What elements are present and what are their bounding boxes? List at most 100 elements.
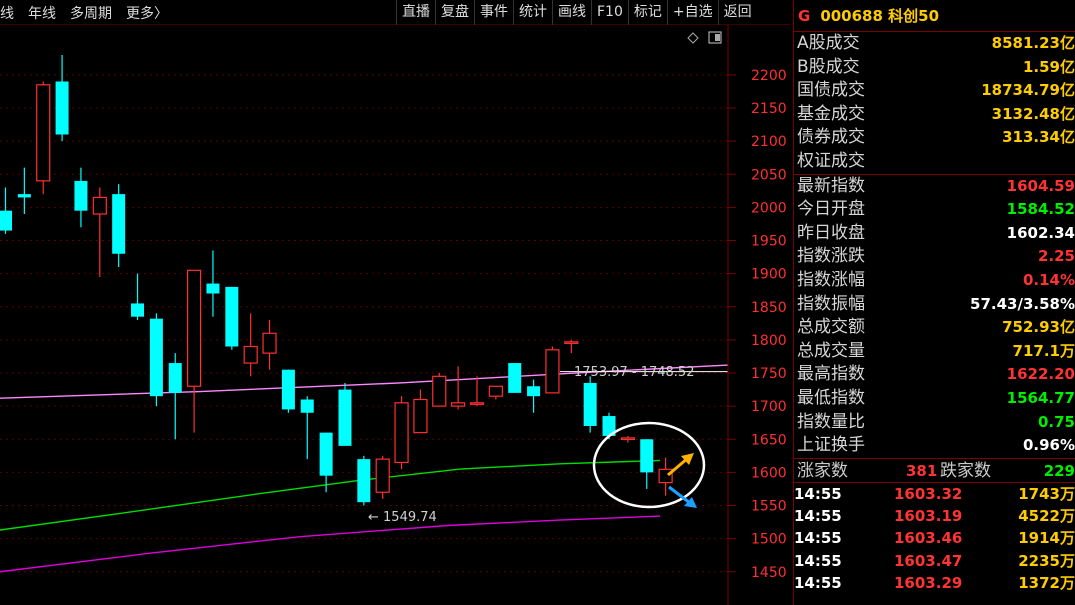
candle [319, 432, 333, 493]
candle [281, 369, 295, 413]
high-price-label: 1753.97 - 1748.52 [574, 365, 694, 380]
stat-row: B股成交 1.59亿 [794, 56, 1075, 80]
up-count-label: 涨家数 [797, 460, 848, 481]
down-count-label: 跌家数 [940, 460, 991, 481]
stat-row: 指数振幅 57.43/3.58% [794, 293, 1075, 317]
stat-label: 指数涨跌 [797, 246, 865, 267]
tab-more[interactable]: 更多〉 [126, 3, 168, 23]
tick-price: 1603.32 [894, 484, 963, 503]
back-button[interactable]: 返回 [717, 0, 757, 25]
y-tick-label: 1700 [751, 399, 787, 415]
market-marker: G [798, 6, 811, 25]
stat-row: 指数量比 0.75 [794, 411, 1075, 435]
stat-value: 57.43/3.58% [970, 294, 1075, 313]
stat-row: 国债成交 18734.79亿 [794, 79, 1075, 103]
stat-row: 总成交额 752.93亿 [794, 316, 1075, 340]
tick-time: 14:55 [794, 484, 842, 503]
stat-label: 国债成交 [797, 80, 865, 101]
candlestick-chart[interactable]: 2200 2150 2100 2050 2000 1950 1900 1850 1800 1750… [0, 25, 790, 605]
stat-value: 1622.20 [1006, 365, 1075, 384]
window-toggle-icon[interactable] [708, 31, 722, 44]
stat-value: 717.1万 [1012, 341, 1075, 360]
candle [262, 320, 277, 370]
candle [112, 184, 126, 267]
candle [658, 457, 673, 496]
add-watchlist-button[interactable]: +自选 [666, 0, 718, 25]
stat-value: 1602.34 [1006, 223, 1075, 242]
candle [488, 385, 503, 400]
tab-period[interactable]: 线 [0, 3, 14, 23]
stat-row: 总成交量 717.1万 [794, 340, 1075, 364]
stat-label: 总成交额 [797, 317, 865, 338]
y-tick-label: 1600 [751, 465, 787, 481]
y-tick-label: 1850 [751, 300, 787, 316]
live-button[interactable]: 直播 [396, 0, 435, 25]
replay-button[interactable]: 复盘 [435, 0, 474, 25]
stat-row: 指数涨跌 2.25 [794, 245, 1075, 269]
tick-time: 14:55 [794, 529, 842, 548]
y-tick-label: 1550 [751, 499, 787, 515]
tick-list[interactable]: 14:55 1603.32 1743万 14:55 1603.19 4522万 14:55 1… [794, 483, 1075, 594]
y-tick-label: 2200 [751, 68, 787, 84]
stat-label: 最低指数 [797, 387, 865, 408]
tick-volume: 2235万 [1018, 551, 1075, 570]
mark-button[interactable]: 标记 [627, 0, 667, 25]
draw-button[interactable]: 画线 [552, 0, 591, 25]
candle [225, 286, 239, 350]
tab-multi-period[interactable]: 多周期 [70, 3, 112, 23]
tick-volume: 4522万 [1018, 506, 1075, 525]
tick-time: 14:55 [794, 573, 842, 592]
stats-button[interactable]: 统计 [513, 0, 552, 25]
candle [92, 187, 107, 277]
candle [469, 376, 485, 407]
stat-row: 最新指数 1604.59 [794, 175, 1075, 199]
events-button[interactable]: 事件 [474, 0, 513, 25]
stat-label: 最高指数 [797, 364, 865, 385]
stat-row: 今日开盘 1584.52 [794, 198, 1075, 222]
stat-value: 8581.23亿 [991, 34, 1075, 52]
index-code-name: 000688 科创50 [820, 7, 940, 25]
stat-label: 指数涨幅 [797, 269, 865, 290]
candle [545, 346, 560, 394]
candles [0, 55, 673, 506]
candle [168, 353, 182, 440]
y-tick-label: 2150 [751, 101, 787, 117]
candle [564, 339, 579, 354]
up-count-value: 381 [906, 461, 938, 480]
y-tick-label: 1450 [751, 565, 787, 581]
y-tick-label: 2050 [751, 167, 787, 183]
candle [36, 81, 51, 195]
candle [357, 455, 371, 506]
candle [300, 396, 314, 460]
candle [583, 376, 597, 433]
stat-value: 1604.59 [1006, 176, 1075, 195]
stat-value: 752.93亿 [1002, 318, 1075, 337]
chart-canvas[interactable]: 2200 2150 2100 2050 2000 1950 1900 1850 1800 1750… [0, 25, 790, 605]
tool-buttons: 直播 复盘 事件 统计 画线 F10 标记 +自选 返回 [396, 0, 757, 25]
candle [187, 269, 202, 433]
arrow-up-icon [667, 453, 694, 477]
stat-label: 最新指数 [797, 175, 865, 196]
tick-volume: 1914万 [1018, 529, 1075, 548]
candle [508, 363, 522, 393]
index-info-panel: G 000688 科创50 A股成交 8581.23亿 B股成交 1.59亿 国债成交 1… [793, 0, 1075, 605]
stat-value: 3132.48亿 [991, 104, 1075, 123]
y-tick-label: 1800 [751, 333, 787, 349]
candle [74, 167, 88, 228]
tab-year[interactable]: 年线 [28, 3, 56, 23]
period-tabs: 线 年线 多周期 更多〉 [0, 0, 182, 25]
stat-row: 昨日收盘 1602.34 [794, 222, 1075, 246]
y-tick-label: 1950 [751, 234, 787, 250]
stat-value: 0.14% [1022, 270, 1075, 289]
index-header: G 000688 科创50 [794, 0, 1075, 32]
f10-button[interactable]: F10 [591, 0, 628, 25]
tick-volume: 1372万 [1018, 573, 1075, 592]
diamond-icon[interactable] [687, 32, 699, 44]
tick-row: 14:55 1603.47 2235万 [794, 550, 1075, 572]
y-tick-label: 1650 [751, 432, 787, 448]
y-tick-label: 1500 [751, 532, 787, 548]
stat-value: 1.59亿 [1022, 57, 1075, 76]
stat-label: 权证成交 [797, 150, 865, 171]
candle [432, 373, 447, 407]
stat-row: 指数涨幅 0.14% [794, 269, 1075, 293]
